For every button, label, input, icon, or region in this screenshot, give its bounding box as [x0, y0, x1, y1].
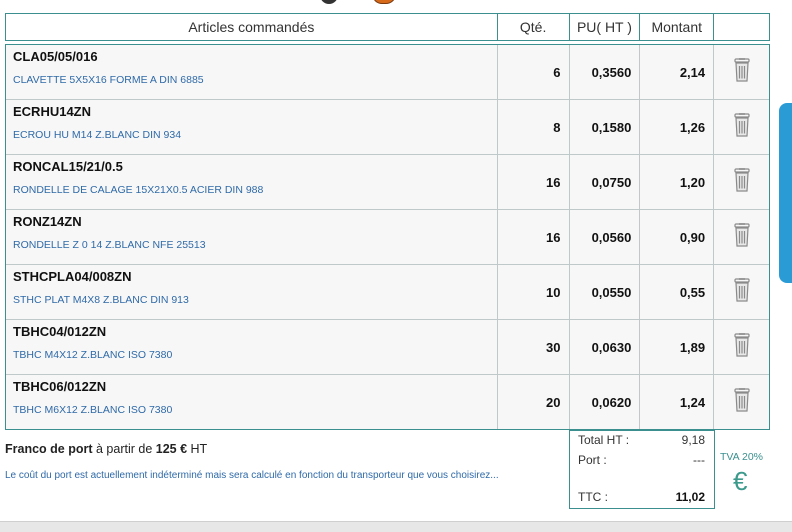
shipping-cost-note: Le coût du port est actuellement indéter… [5, 470, 499, 481]
article-description[interactable]: TBHC M6X12 Z.BLANC ISO 7380 [13, 404, 490, 416]
article-cell: TBHC04/012ZN TBHC M4X12 Z.BLANC ISO 7380 [6, 320, 498, 374]
table-row: CLA05/05/016 CLAVETTE 5X5X16 FORME A DIN … [6, 45, 769, 100]
article-description[interactable]: ECROU HU M14 Z.BLANC DIN 934 [13, 129, 490, 141]
header-quantity: Qté. [498, 14, 570, 40]
decoration-shape [320, 0, 338, 4]
amount-value: 2,14 [640, 45, 715, 99]
totals-box: Total HT : 9,18 Port : --- TTC : 11,02 [569, 430, 715, 509]
article-description[interactable]: STHC PLAT M4X8 Z.BLANC DIN 913 [13, 294, 490, 306]
article-description[interactable]: RONDELLE DE CALAGE 15X21X0.5 ACIER DIN 9… [13, 184, 490, 196]
port-value: --- [693, 453, 705, 467]
euro-icon: € [733, 466, 748, 496]
amount-value: 1,26 [640, 100, 715, 154]
table-row: RONZ14ZN RONDELLE Z 0 14 Z.BLANC NFE 2551… [6, 210, 769, 265]
decoration-shape [372, 0, 396, 4]
unit-price-value: 0,3560 [570, 45, 641, 99]
table-row: STHCPLA04/008ZN STHC PLAT M4X8 Z.BLANC DI… [6, 265, 769, 320]
quantity-value: 20 [498, 375, 570, 429]
trash-icon[interactable] [732, 387, 752, 417]
trash-icon[interactable] [732, 57, 752, 87]
amount-value: 0,90 [640, 210, 715, 264]
header-articles: Articles commandés [6, 14, 498, 40]
header-amount: Montant [640, 14, 715, 40]
article-code: STHCPLA04/008ZN [13, 269, 132, 284]
free-shipping-label: Franco de port [5, 442, 93, 456]
port-label: Port : [578, 453, 607, 467]
delete-cell [714, 375, 769, 429]
trash-icon[interactable] [732, 222, 752, 252]
total-ht-line: Total HT : 9,18 [578, 433, 705, 447]
unit-price-value: 0,0550 [570, 265, 641, 319]
table-row: TBHC06/012ZN TBHC M6X12 Z.BLANC ISO 7380 2… [6, 375, 769, 429]
free-shipping-info: Franco de port à partir de 125 € HT [5, 442, 207, 456]
ttc-label: TTC : [578, 490, 608, 504]
article-code: TBHC06/012ZN [13, 379, 107, 394]
article-cell: RONZ14ZN RONDELLE Z 0 14 Z.BLANC NFE 2551… [6, 210, 498, 264]
article-cell: STHCPLA04/008ZN STHC PLAT M4X8 Z.BLANC DI… [6, 265, 498, 319]
header-delete [714, 14, 769, 40]
amount-value: 1,89 [640, 320, 715, 374]
article-cell: RONCAL15/21/0.5 RONDELLE DE CALAGE 15X21X… [6, 155, 498, 209]
table-row: RONCAL15/21/0.5 RONDELLE DE CALAGE 15X21X… [6, 155, 769, 210]
delete-cell [714, 45, 769, 99]
article-description[interactable]: TBHC M4X12 Z.BLANC ISO 7380 [13, 349, 490, 361]
table-row: TBHC04/012ZN TBHC M4X12 Z.BLANC ISO 7380 3… [6, 320, 769, 375]
free-shipping-suffix: HT [187, 442, 208, 456]
article-cell: ECRHU14ZN ECROU HU M14 Z.BLANC DIN 934 [6, 100, 498, 154]
total-ht-label: Total HT : [578, 433, 630, 447]
delete-cell [714, 100, 769, 154]
unit-price-value: 0,0620 [570, 375, 641, 429]
ttc-value: 11,02 [675, 490, 705, 504]
amount-value: 1,20 [640, 155, 715, 209]
quantity-value: 16 [498, 155, 570, 209]
cart-table-body: CLA05/05/016 CLAVETTE 5X5X16 FORME A DIN … [5, 44, 770, 430]
amount-value: 1,24 [640, 375, 715, 429]
tva-rate: TVA 20% [720, 451, 763, 463]
unit-price-value: 0,0630 [570, 320, 641, 374]
article-description[interactable]: CLAVETTE 5X5X16 FORME A DIN 6885 [13, 74, 490, 86]
article-code: TBHC04/012ZN [13, 324, 107, 339]
quantity-value: 16 [498, 210, 570, 264]
bottom-bar [0, 521, 792, 532]
ttc-line: TTC : 11,02 [578, 490, 705, 504]
quantity-value: 10 [498, 265, 570, 319]
unit-price-value: 0,0750 [570, 155, 641, 209]
article-code: RONCAL15/21/0.5 [13, 159, 123, 174]
delete-cell [714, 155, 769, 209]
trash-icon[interactable] [732, 112, 752, 142]
article-cell: TBHC06/012ZN TBHC M6X12 Z.BLANC ISO 7380 [6, 375, 498, 429]
article-code: CLA05/05/016 [13, 49, 98, 64]
unit-price-value: 0,0560 [570, 210, 641, 264]
side-panel-tab[interactable] [779, 103, 792, 283]
cart-table-header: Articles commandés Qté. PU( HT ) Montant [5, 13, 770, 41]
header-unit-price: PU( HT ) [570, 14, 641, 40]
port-line: Port : --- [578, 453, 705, 467]
quantity-value: 6 [498, 45, 570, 99]
trash-icon[interactable] [732, 277, 752, 307]
delete-cell [714, 265, 769, 319]
table-row: ECRHU14ZN ECROU HU M14 Z.BLANC DIN 934 8 0,… [6, 100, 769, 155]
article-cell: CLA05/05/016 CLAVETTE 5X5X16 FORME A DIN … [6, 45, 498, 99]
delete-cell [714, 320, 769, 374]
total-ht-value: 9,18 [681, 433, 705, 447]
trash-icon[interactable] [732, 332, 752, 362]
delete-cell [714, 210, 769, 264]
trash-icon[interactable] [732, 167, 752, 197]
quantity-value: 30 [498, 320, 570, 374]
free-shipping-threshold: 125 € [155, 442, 188, 456]
article-code: RONZ14ZN [13, 214, 82, 229]
free-shipping-text: à partir de [92, 442, 156, 456]
amount-value: 0,55 [640, 265, 715, 319]
quantity-value: 8 [498, 100, 570, 154]
unit-price-value: 0,1580 [570, 100, 641, 154]
header-decoration [320, 0, 400, 6]
article-description[interactable]: RONDELLE Z 0 14 Z.BLANC NFE 25513 [13, 239, 490, 251]
article-code: ECRHU14ZN [13, 104, 92, 119]
